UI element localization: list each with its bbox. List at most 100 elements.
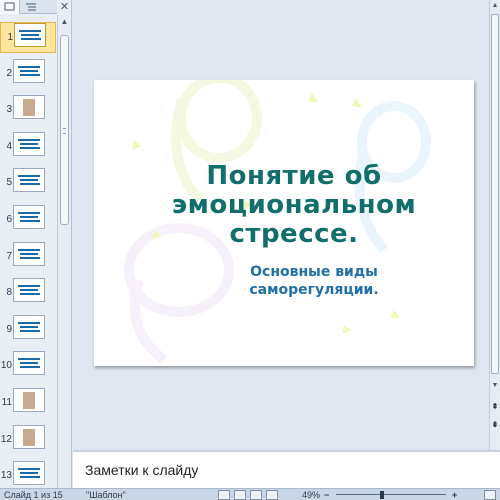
- slides-tab-icon: [4, 2, 15, 11]
- vertical-scroll-thumb[interactable]: [491, 14, 499, 374]
- slide-number: 1: [7, 32, 13, 43]
- thumbnail-text-line: [20, 183, 40, 185]
- thumbnail-text-line: [20, 326, 38, 328]
- thumbnail-text-line: [18, 66, 40, 68]
- thumbnail-text-line: [20, 216, 38, 218]
- thumbnail-text-line: [18, 468, 40, 470]
- theme-name: "Шаблон": [86, 490, 126, 500]
- zoom-level[interactable]: 49%: [302, 489, 320, 500]
- slide-thumbnail[interactable]: 4: [0, 132, 56, 163]
- slide-thumbnail[interactable]: 11: [0, 388, 56, 419]
- slide-thumbnail[interactable]: 12: [0, 425, 56, 456]
- scroll-up-icon[interactable]: ▲: [58, 15, 71, 29]
- thumbnail-text-line: [18, 322, 40, 324]
- normal-view-icon[interactable]: [218, 490, 230, 500]
- slide-thumbnail[interactable]: 9: [0, 315, 56, 346]
- slide-number: 8: [6, 287, 12, 298]
- slide-thumbnail-image: [13, 425, 45, 449]
- pane-scrollbar[interactable]: ▲: [57, 15, 71, 488]
- thumbnail-text-line: [20, 289, 38, 291]
- previous-slide-icon[interactable]: ⇞: [490, 400, 500, 414]
- thumbnail-text-line: [18, 139, 40, 141]
- thumbnail-text-line: [18, 249, 40, 251]
- slide-thumbnail[interactable]: 3: [0, 95, 56, 126]
- reading-view-icon[interactable]: [250, 490, 262, 500]
- thumbnail-text-line: [20, 179, 38, 181]
- notes-placeholder[interactable]: Заметки к слайду: [85, 462, 198, 478]
- slide-thumbnail[interactable]: 2: [0, 59, 56, 90]
- slide-thumbnail[interactable]: 6: [0, 205, 56, 236]
- tab-slides[interactable]: [0, 0, 20, 14]
- slide-thumbnail-image: [13, 461, 45, 485]
- close-pane-icon[interactable]: ✕: [58, 0, 71, 14]
- notes-pane[interactable]: Заметки к слайду: [73, 450, 500, 488]
- zoom-slider-knob[interactable]: [380, 491, 384, 499]
- zoom-in-icon[interactable]: +: [452, 489, 457, 500]
- slide-thumbnail[interactable]: 5: [0, 168, 56, 199]
- thumbnail-text-line: [18, 358, 40, 360]
- pane-tabs: [0, 0, 57, 14]
- thumbnail-text-line: [20, 257, 40, 259]
- slide-thumbnail[interactable]: 13: [0, 461, 56, 488]
- slide-thumbnail-image: [13, 351, 45, 375]
- slide-number: 6: [6, 214, 12, 225]
- slide-title[interactable]: Понятие об эмоциональном стрессе.: [154, 162, 434, 249]
- slide-thumbnail-image: [13, 278, 45, 302]
- scroll-up-icon[interactable]: ▲: [490, 0, 500, 12]
- thumbnail-text-line: [20, 143, 38, 145]
- vertical-scrollbar[interactable]: ▲ ▼ ⇞ ⇟: [489, 0, 500, 450]
- slide-number: 5: [6, 177, 12, 188]
- slide-thumbnail-image: [13, 132, 45, 156]
- tab-outline[interactable]: [21, 0, 41, 14]
- slide-number: 2: [6, 68, 12, 79]
- slide-thumbnail-image: [13, 95, 45, 119]
- status-bar: Слайд 1 из 15 "Шаблон" 49% − +: [0, 488, 500, 500]
- slide-thumbnail-image: [13, 168, 45, 192]
- slide-number: 4: [6, 141, 12, 152]
- slide-number: 7: [6, 251, 12, 262]
- thumbnail-photo: [23, 429, 35, 446]
- pane-scroll-thumb[interactable]: [60, 35, 69, 225]
- thumbnail-photo: [23, 392, 35, 409]
- zoom-out-icon[interactable]: −: [324, 489, 329, 500]
- view-buttons: [218, 490, 298, 500]
- slide-sorter-icon[interactable]: [234, 490, 246, 500]
- thumbnail-text-line: [18, 212, 40, 214]
- slide-canvas[interactable]: Понятие об эмоциональном стрессе. Основн…: [94, 80, 474, 366]
- thumbnail-text-line: [20, 330, 40, 332]
- slide-number: 3: [6, 104, 12, 115]
- slide-thumbnail-image: [13, 315, 45, 339]
- fit-to-window-icon[interactable]: [484, 490, 496, 500]
- thumbnail-text-line: [20, 220, 40, 222]
- thumbnail-text-line: [21, 38, 41, 40]
- slide-thumbnail[interactable]: 8: [0, 278, 56, 309]
- grip-icon: [63, 128, 66, 134]
- next-slide-icon[interactable]: ⇟: [490, 418, 500, 432]
- slides-pane: ✕ 1 2 3 4 5 6 7 8 9 10 11 12 13 ▲: [0, 0, 72, 488]
- slide-thumbnail-image: [13, 242, 45, 266]
- slide-subtitle[interactable]: Основные виды саморегуляции.: [214, 263, 414, 299]
- thumbnail-text-line: [20, 74, 40, 76]
- thumbnail-text-line: [20, 253, 38, 255]
- slide-thumbnail-image: [13, 388, 45, 412]
- thumbnail-text-line: [20, 472, 38, 474]
- slide-thumbnail-image: [14, 23, 46, 47]
- thumbnail-text-line: [20, 293, 40, 295]
- thumbnail-text-line: [18, 175, 40, 177]
- slide-counter: Слайд 1 из 15: [4, 490, 63, 500]
- thumbnail-text-line: [20, 476, 40, 478]
- thumbnail-text-line: [20, 362, 38, 364]
- thumbnail-text-line: [20, 70, 38, 72]
- thumbnail-photo: [23, 99, 35, 116]
- thumbnail-text-line: [20, 366, 40, 368]
- slide-thumbnail[interactable]: 7: [0, 242, 56, 273]
- slide-thumbnail[interactable]: 10: [0, 351, 56, 382]
- scroll-down-icon[interactable]: ▼: [490, 380, 500, 392]
- slideshow-icon[interactable]: [266, 490, 278, 500]
- zoom-slider[interactable]: [336, 494, 446, 495]
- thumbnail-text-line: [19, 30, 41, 32]
- slide-thumbnail-image: [13, 205, 45, 229]
- slide-thumbnail[interactable]: 1: [0, 22, 56, 53]
- thumbnail-text-line: [18, 285, 40, 287]
- slide-number: 10: [0, 360, 12, 371]
